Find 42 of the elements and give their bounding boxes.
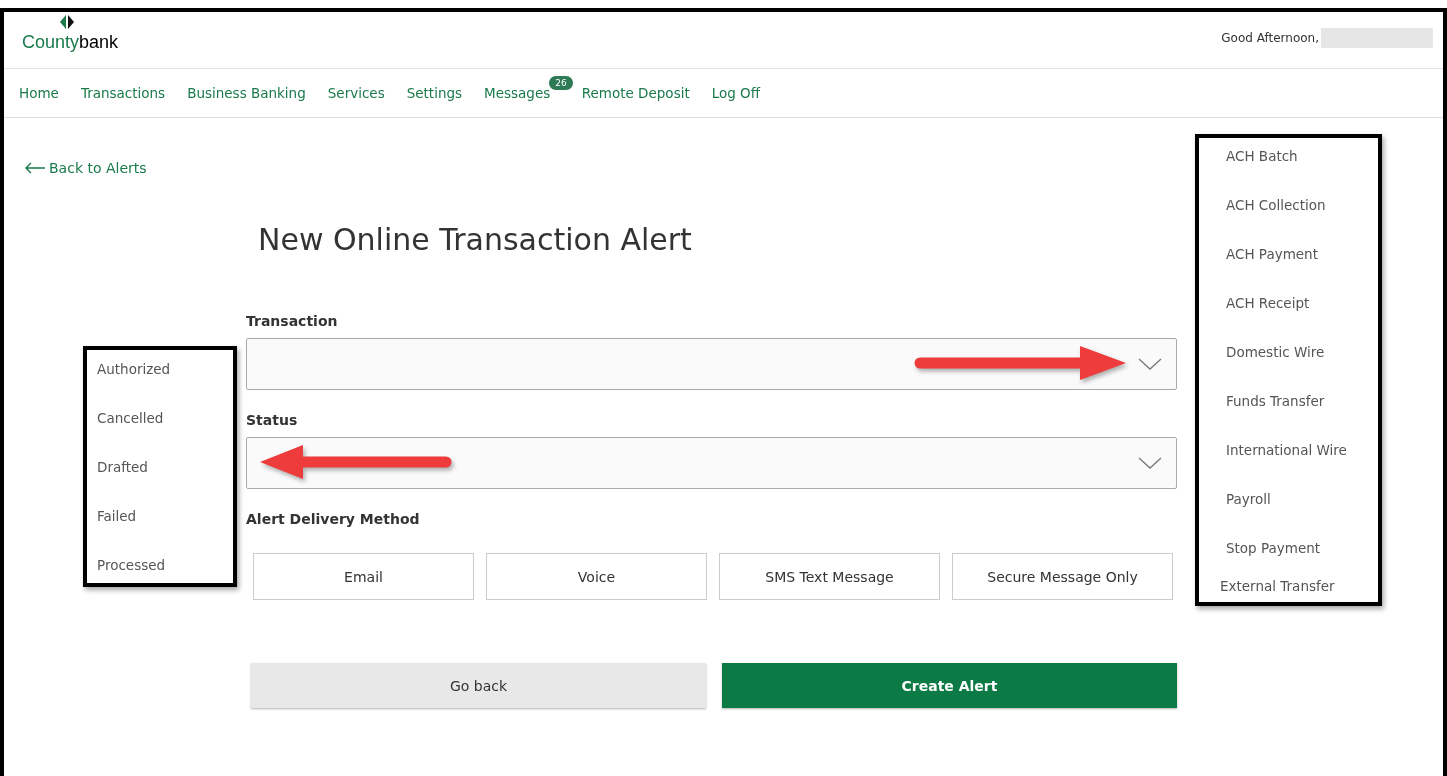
go-back-button[interactable]: Go back: [251, 663, 706, 708]
transaction-option: Payroll: [1226, 490, 1368, 509]
field-label: Status: [246, 412, 299, 428]
delivery-option-button[interactable]: Email: [253, 553, 474, 600]
select-field[interactable]: [246, 437, 1177, 489]
status-option: Drafted: [97, 458, 223, 477]
nav-link[interactable]: Log Off: [707, 85, 765, 101]
nav-link[interactable]: Transactions: [76, 85, 170, 101]
chevron-down-icon: [1138, 457, 1162, 469]
arrow-left-icon: [24, 162, 46, 174]
delivery-option-button[interactable]: SMS Text Message: [719, 553, 940, 600]
back-link[interactable]: Back to Alerts: [24, 160, 147, 176]
transaction-option: ACH Payment: [1226, 245, 1368, 264]
status-option: Authorized: [97, 360, 223, 379]
transaction-option: Domestic Wire: [1226, 343, 1368, 362]
status-option: Cancelled: [97, 409, 223, 428]
transaction-option: ACH Batch: [1226, 147, 1368, 166]
transaction-option: Funds Transfer: [1226, 392, 1368, 411]
status-option: Failed: [97, 507, 223, 526]
nav-link[interactable]: Remote Deposit: [577, 85, 694, 101]
chevron-down-icon: [1138, 358, 1162, 370]
select-field[interactable]: [246, 338, 1177, 390]
delivery-option-button[interactable]: Voice: [486, 553, 707, 600]
delivery-option-button[interactable]: Secure Message Only: [952, 553, 1173, 600]
page-title: New Online Transaction Alert: [258, 222, 693, 257]
transaction-option: International Wire: [1226, 441, 1368, 460]
transaction-option: Stop Payment: [1226, 539, 1368, 558]
transaction-option: ACH Receipt: [1226, 294, 1368, 313]
nav-link[interactable]: Settings: [402, 85, 467, 101]
logo-icon: [59, 14, 75, 30]
count-badge: 26: [548, 75, 574, 91]
field-label: Transaction: [246, 313, 339, 329]
greeting-text: Good Afternoon,: [1221, 31, 1319, 45]
nav-link[interactable]: Business Banking: [183, 85, 310, 101]
transaction-option: External Transfer: [1220, 577, 1368, 596]
nav-link[interactable]: Services: [323, 85, 389, 101]
section-label: Alert Delivery Method: [246, 511, 421, 527]
nav-link[interactable]: Home: [15, 85, 63, 101]
transaction-option: ACH Collection: [1226, 196, 1368, 215]
logo-text: Countybank: [22, 32, 119, 53]
create-button[interactable]: Create Alert: [722, 663, 1177, 708]
status-option: Processed: [97, 556, 223, 575]
